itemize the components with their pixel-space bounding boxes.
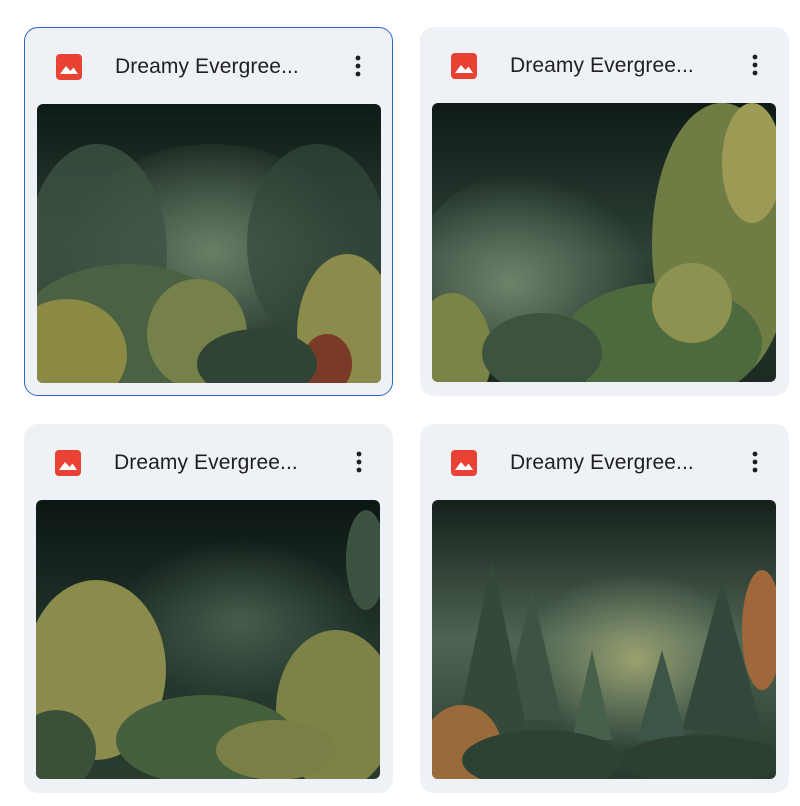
image-file-icon: [54, 449, 82, 477]
file-title: Dreamy Evergree...: [114, 451, 298, 474]
file-card-header: Dreamy Evergree...: [420, 27, 789, 103]
image-thumbnail[interactable]: [432, 103, 776, 382]
image-thumbnail[interactable]: [37, 104, 381, 383]
file-card-header: Dreamy Evergree...: [25, 28, 392, 104]
image-thumbnail[interactable]: [36, 500, 380, 779]
file-card-header: Dreamy Evergree...: [24, 424, 393, 500]
more-vert-icon: [752, 54, 758, 76]
file-title: Dreamy Evergree...: [115, 55, 299, 78]
more-options-button[interactable]: [341, 444, 377, 480]
more-options-button[interactable]: [737, 47, 773, 83]
image-file-icon: [450, 52, 478, 80]
file-card-header: Dreamy Evergree...: [420, 424, 789, 500]
file-card[interactable]: Dreamy Evergree...: [24, 27, 393, 396]
file-card[interactable]: Dreamy Evergree...: [420, 424, 789, 793]
more-vert-icon: [355, 55, 361, 77]
file-card[interactable]: Dreamy Evergree...: [24, 424, 393, 793]
image-file-icon: [450, 449, 478, 477]
image-thumbnail[interactable]: [432, 500, 776, 779]
more-vert-icon: [356, 451, 362, 473]
more-options-button[interactable]: [340, 48, 376, 84]
file-title: Dreamy Evergree...: [510, 451, 694, 474]
file-grid: Dreamy Evergree... Dreamy Evergree... Dr…: [0, 0, 800, 806]
more-vert-icon: [752, 451, 758, 473]
image-file-icon: [55, 53, 83, 81]
more-options-button[interactable]: [737, 444, 773, 480]
file-title: Dreamy Evergree...: [510, 54, 694, 77]
file-card[interactable]: Dreamy Evergree...: [420, 27, 789, 396]
